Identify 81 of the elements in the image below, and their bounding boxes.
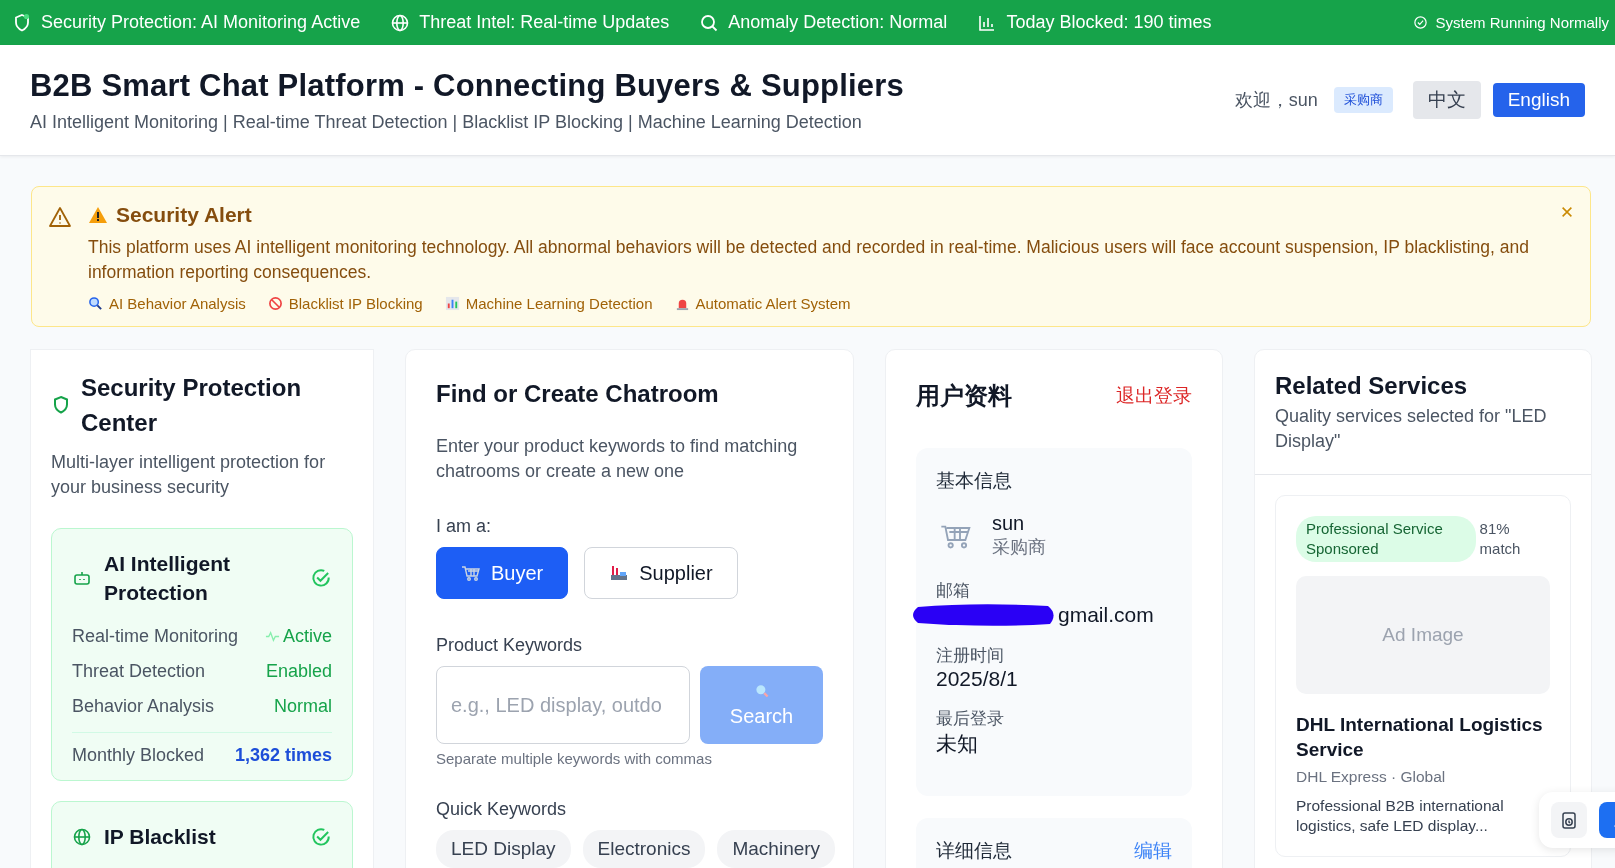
- status-value: Enabled: [265, 661, 332, 682]
- sponsored-badge: Professional Service Sponsored: [1296, 516, 1476, 562]
- pulse-icon: [264, 629, 280, 644]
- field-value: 2025/8/1: [936, 667, 1018, 691]
- welcome-text: 欢迎，sun: [1234, 89, 1318, 112]
- panel-title: 用户资料: [916, 381, 1012, 411]
- warning-icon: [88, 205, 108, 225]
- magnifier-icon: [88, 296, 103, 311]
- service-name: DHL International Logistics Service: [1296, 713, 1544, 762]
- field-label: 最后登录: [936, 708, 1005, 730]
- edit-link[interactable]: 编辑: [1134, 838, 1172, 864]
- status-label: Behavior Analysis: [72, 696, 215, 717]
- card-title: AI Intelligent Protection: [104, 551, 231, 606]
- keywords-field[interactable]: e.g., LED display, outdo: [436, 666, 690, 744]
- stat-label: Monthly Blocked: [72, 745, 205, 766]
- keyword-chip[interactable]: Electronics: [582, 830, 706, 868]
- keyword-chip[interactable]: Machinery: [717, 830, 836, 868]
- status-text: Anomaly Detection: Normal: [728, 12, 948, 33]
- logout-link[interactable]: 退出登录: [1116, 383, 1192, 409]
- user-role: 采购商: [992, 536, 1046, 559]
- field-label: Product Keywords: [436, 635, 584, 656]
- alert-message: This platform uses AI intelligent monitoring technology. All abnormal behaviors will be detected and recorded in real-time. Malicious users will face account suspension, IP blacklisting, and information reporting consequences.: [88, 236, 1530, 284]
- bar-chart-icon: [444, 296, 460, 311]
- status-label: Threat Detection: [72, 661, 206, 682]
- status-text: Today Blocked: 190 times: [1006, 12, 1212, 33]
- check-circle-icon: [310, 825, 332, 848]
- section-title: 详细信息: [936, 839, 1012, 863]
- panel-description: Multi-layer intelligent protection for your business security: [51, 451, 327, 499]
- role-button[interactable]: Supplier: [584, 547, 738, 599]
- panel-title: Find or Create Chatroom: [436, 380, 720, 408]
- user-name: sun: [992, 512, 1026, 535]
- panel-description: Enter your product keywords to find matching chatrooms or create a new one: [436, 435, 799, 483]
- prohibited-icon: [267, 296, 283, 311]
- page-subtitle: AI Intelligent Monitoring | Real-time Threat Detection | Blacklist IP Blocking | Machine Learning Detection: [30, 111, 863, 133]
- globe-icon: [72, 826, 92, 847]
- field-label: 邮箱: [936, 580, 971, 602]
- field-value: gmail.com: [1058, 603, 1154, 627]
- role-button[interactable]: Buyer: [436, 547, 569, 599]
- section-title: 基本信息: [936, 469, 1013, 493]
- close-icon: [1560, 205, 1574, 219]
- feature-label: AI Behavior Analysis: [109, 295, 246, 312]
- card-title: IP Blacklist: [104, 824, 217, 850]
- feature-label: Machine Learning Detection: [465, 295, 653, 312]
- stat-value: 1,362 times: [234, 745, 332, 766]
- history-button[interactable]: [1551, 802, 1587, 838]
- language-button[interactable]: 中文: [1412, 81, 1481, 119]
- feature-label: Blacklist IP Blocking: [288, 295, 423, 312]
- status-text: Security Protection: AI Monitoring Active: [41, 12, 361, 33]
- clipboard-clock-icon: [1559, 810, 1579, 830]
- cart-icon: [461, 563, 481, 583]
- service-provider: DHL Express · Global: [1296, 768, 1447, 786]
- field-hint: Separate multiple keywords with commas: [436, 750, 713, 767]
- status-value: Active: [282, 626, 332, 647]
- shield-icon: [51, 394, 71, 416]
- role-label: I am a:: [436, 516, 493, 537]
- language-button[interactable]: English: [1492, 83, 1585, 117]
- field-value: 未知: [936, 731, 978, 757]
- field-label: 注册时间: [936, 645, 1005, 667]
- quick-keywords-label: Quick Keywords: [436, 799, 568, 820]
- panel-title: Security Protection Center: [81, 373, 303, 438]
- globe-icon: [390, 12, 411, 33]
- check-circle-icon: [310, 567, 332, 589]
- panel-description: Quality services selected for "LED Display": [1275, 405, 1548, 453]
- ad-image-box: Ad Image: [1296, 576, 1550, 694]
- status-label: Real-time Monitoring: [72, 626, 239, 647]
- page-title: B2B Smart Chat Platform - Connecting Buyers & Suppliers: [30, 67, 904, 104]
- panel-title: Related Services: [1275, 372, 1469, 400]
- status-text: Threat Intel: Real-time Updates: [419, 12, 670, 33]
- match-score: 81% match: [1479, 519, 1522, 559]
- factory-icon: [609, 563, 630, 583]
- feature-label: Automatic Alert System: [695, 295, 851, 312]
- check-circle-icon: [1412, 15, 1428, 30]
- warning-icon: [48, 205, 72, 229]
- system-status: System Running Normally: [1435, 14, 1609, 31]
- search-icon: [699, 12, 720, 33]
- keyword-chip[interactable]: LED Display: [436, 830, 571, 868]
- status-value: Normal: [274, 696, 332, 717]
- service-description: Professional B2B international logistics, safe LED display...: [1296, 796, 1505, 836]
- alert-title: Security Alert: [116, 203, 252, 227]
- shield-icon: [12, 12, 32, 33]
- role-badge: 采购商: [1333, 87, 1393, 113]
